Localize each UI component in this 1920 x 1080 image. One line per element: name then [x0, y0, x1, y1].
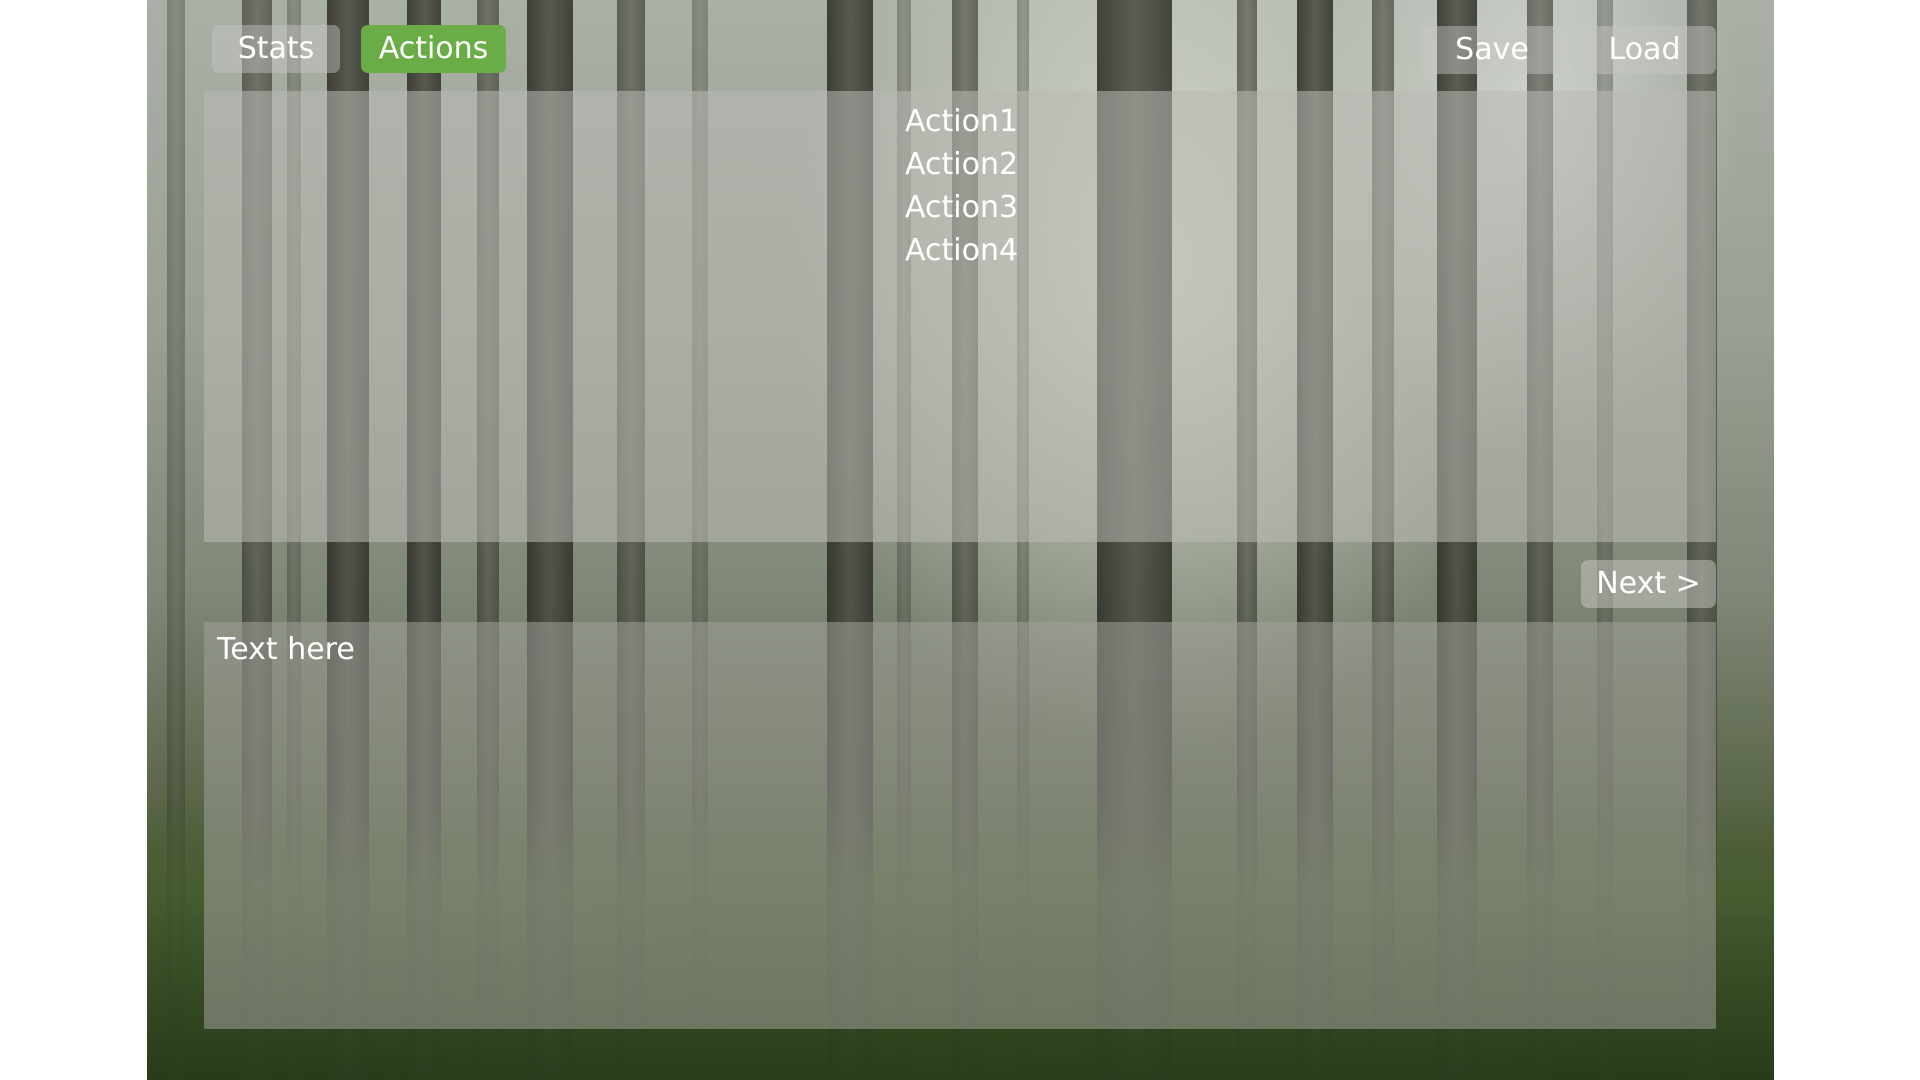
narrative-text: Text here	[217, 632, 355, 667]
next-button[interactable]: Next >	[1581, 560, 1716, 608]
action-item[interactable]: Action3	[905, 186, 1018, 229]
game-screen: Stats Actions Save Load Action1 Action2 …	[147, 0, 1774, 1080]
load-button[interactable]: Load	[1573, 26, 1716, 74]
actions-tab[interactable]: Actions	[361, 25, 506, 73]
action-item[interactable]: Action4	[905, 229, 1018, 272]
action-item[interactable]: Action1	[905, 100, 1018, 143]
action-list: Action1 Action2 Action3 Action4	[905, 100, 1018, 272]
stats-tab[interactable]: Stats	[212, 25, 340, 73]
text-panel	[204, 622, 1716, 1029]
action-item[interactable]: Action2	[905, 143, 1018, 186]
save-button[interactable]: Save	[1420, 26, 1564, 74]
